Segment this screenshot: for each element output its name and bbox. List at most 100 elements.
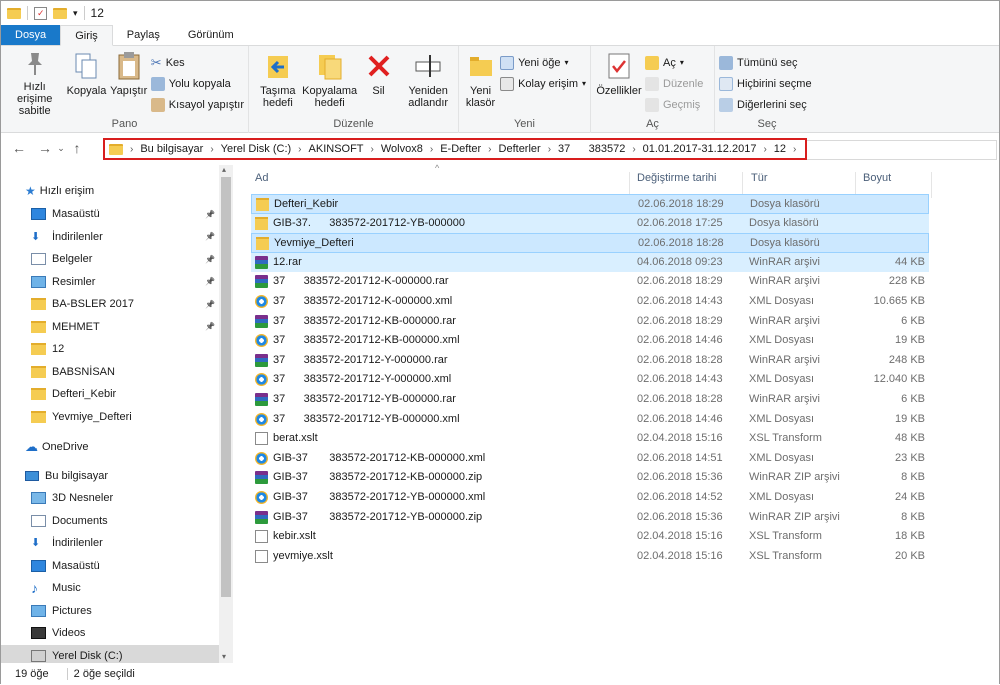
- nav-item[interactable]: Documents: [31, 510, 247, 532]
- file-row[interactable]: GIB-37 383572-201712-YB-000000.xml 02.06.…: [251, 488, 929, 508]
- pin-quick-access-button[interactable]: Hızlı erişime sabitle: [5, 50, 64, 117]
- nav-item[interactable]: Defteri_Kebir: [31, 383, 247, 405]
- file-row[interactable]: 37 383572-201712-Y-000000.xml 02.06.2018 …: [251, 370, 929, 390]
- file-row[interactable]: GIB-37 383572-201712-KB-000000.xml 02.06.…: [251, 449, 929, 469]
- file-row[interactable]: 37 383572-201712-YB-000000.rar 02.06.2018…: [251, 390, 929, 410]
- file-row[interactable]: 37 383572-201712-K-000000.xml 02.06.2018 …: [251, 292, 929, 312]
- chevron-right-icon[interactable]: ›: [488, 144, 491, 155]
- nav-item[interactable]: 3D Nesneler: [31, 487, 247, 509]
- breadcrumb[interactable]: E-Defter: [440, 143, 481, 155]
- recent-locations-chevron-icon[interactable]: ⌄: [55, 143, 67, 154]
- edit-button[interactable]: Düzenle: [645, 75, 703, 92]
- file-row[interactable]: 12.rar 04.06.2018 09:23 WinRAR arşivi 44 KB: [251, 252, 929, 273]
- nav-item[interactable]: Belgeler 📌: [31, 248, 247, 270]
- nav-item[interactable]: Masaüstü: [31, 555, 247, 577]
- copy-path-button[interactable]: Yolu kopyala: [150, 75, 244, 92]
- paste-shortcut-button[interactable]: Kısayol yapıştır: [150, 96, 244, 113]
- nav-this-pc[interactable]: Bu bilgisayar: [25, 465, 241, 487]
- file-row[interactable]: GIB-37. 383572-201712-YB-000000 02.06.201…: [251, 213, 929, 234]
- delete-button[interactable]: Sil: [357, 50, 401, 117]
- select-all-button[interactable]: Tümünü seç: [719, 54, 812, 71]
- new-item-button[interactable]: Yeni öğe ▾: [500, 54, 586, 71]
- file-row[interactable]: yevmiye.xslt 02.04.2018 15:16 XSL Transfor…: [251, 547, 929, 567]
- breadcrumb[interactable]: 01.01.2017-31.12.2017: [643, 143, 757, 155]
- column-header-size[interactable]: Boyut: [863, 172, 891, 184]
- pin-icon[interactable]: 📌: [205, 277, 215, 286]
- file-row[interactable]: 37 383572-201712-K-000000.rar 02.06.2018 …: [251, 272, 929, 292]
- new-folder-button[interactable]: Yeni klasör: [463, 50, 498, 117]
- tab-giris[interactable]: Giriş: [60, 25, 113, 46]
- breadcrumb[interactable]: 12: [774, 143, 786, 155]
- customize-qat-icon[interactable]: ▾: [73, 8, 78, 19]
- pin-icon[interactable]: 📌: [205, 210, 215, 219]
- column-header-date[interactable]: Değiştirme tarihi: [637, 172, 716, 184]
- properties-button[interactable]: Özellikler: [595, 50, 643, 117]
- breadcrumb[interactable]: Defterler: [499, 143, 541, 155]
- breadcrumb[interactable]: Yerel Disk (C:): [221, 143, 292, 155]
- chevron-right-icon[interactable]: ›: [210, 144, 213, 155]
- select-none-button[interactable]: Hiçbirini seçme: [719, 75, 812, 92]
- nav-onedrive[interactable]: ☁ OneDrive: [25, 436, 241, 458]
- properties-qat-icon[interactable]: ✓: [34, 6, 47, 20]
- invert-selection-button[interactable]: Diğerlerini seç: [719, 96, 812, 113]
- paste-button[interactable]: Yapıştır: [109, 50, 149, 117]
- breadcrumb[interactable]: Bu bilgisayar: [140, 143, 203, 155]
- breadcrumb[interactable]: Wolvox8: [381, 143, 423, 155]
- nav-item[interactable]: Videos: [31, 622, 247, 644]
- pin-icon[interactable]: 📌: [205, 322, 215, 331]
- nav-item[interactable]: Masaüstü 📌: [31, 203, 247, 225]
- file-row[interactable]: 37 383572-201712-KB-000000.xml 02.06.2018…: [251, 331, 929, 351]
- nav-item[interactable]: ⬇ İndirilenler: [31, 532, 247, 554]
- breadcrumb[interactable]: AKINSOFT: [309, 143, 364, 155]
- file-row[interactable]: kebir.xslt 02.04.2018 15:16 XSL Transform 1…: [251, 527, 929, 547]
- column-divider[interactable]: [931, 172, 932, 198]
- chevron-right-icon[interactable]: ›: [298, 144, 301, 155]
- nav-item[interactable]: ♪ Music: [31, 577, 247, 599]
- address-bar-extension[interactable]: [807, 140, 997, 160]
- copy-button[interactable]: Kopyala: [66, 50, 106, 117]
- file-row[interactable]: berat.xslt 02.04.2018 15:16 XSL Transform 4…: [251, 429, 929, 449]
- nav-item[interactable]: ⬇ İndirilenler 📌: [31, 226, 247, 248]
- scroll-down-icon[interactable]: ▾: [222, 652, 226, 661]
- file-row[interactable]: GIB-37 383572-201712-YB-000000.zip 02.06.…: [251, 508, 929, 528]
- nav-scrollbar[interactable]: ▴ ▾: [219, 165, 233, 663]
- nav-item[interactable]: MEHMET 📌: [31, 316, 247, 338]
- tab-paylas[interactable]: Paylaş: [113, 25, 174, 45]
- chevron-right-icon[interactable]: ›: [130, 144, 133, 155]
- tab-gorunum[interactable]: Görünüm: [174, 25, 248, 45]
- address-bar[interactable]: › Bu bilgisayar › Yerel Disk (C:) › AKIN…: [103, 138, 807, 160]
- breadcrumb[interactable]: 37: [558, 143, 579, 155]
- nav-item[interactable]: Resimler 📌: [31, 271, 247, 293]
- chevron-right-icon[interactable]: ›: [632, 144, 635, 155]
- chevron-right-icon[interactable]: ›: [763, 144, 766, 155]
- open-button[interactable]: Aç ▾: [645, 54, 703, 71]
- file-row[interactable]: Defteri_Kebir 02.06.2018 18:29 Dosya klasö…: [251, 194, 929, 214]
- column-header-type[interactable]: Tür: [751, 172, 768, 184]
- chevron-right-icon[interactable]: ›: [548, 144, 551, 155]
- nav-item[interactable]: 12: [31, 338, 247, 360]
- move-to-button[interactable]: Taşıma hedefi: [253, 50, 303, 117]
- file-row[interactable]: 37 383572-201712-Y-000000.rar 02.06.2018 …: [251, 351, 929, 371]
- new-folder-qat-icon[interactable]: [53, 7, 67, 19]
- history-button[interactable]: Geçmiş: [645, 96, 703, 113]
- chevron-right-icon[interactable]: ›: [430, 144, 433, 155]
- nav-item[interactable]: Pictures: [31, 600, 247, 622]
- back-arrow-icon[interactable]: ←: [9, 140, 29, 156]
- file-row[interactable]: 37 383572-201712-KB-000000.rar 02.06.2018…: [251, 312, 929, 332]
- nav-scrollbar-thumb[interactable]: [221, 177, 231, 597]
- pin-icon[interactable]: 📌: [205, 300, 215, 309]
- file-row[interactable]: Yevmiye_Defteri 02.06.2018 18:28 Dosya kla…: [251, 233, 929, 253]
- scroll-up-icon[interactable]: ▴: [222, 165, 226, 174]
- cut-button[interactable]: ✂ Kes: [151, 54, 244, 71]
- nav-item[interactable]: BA-BSLER 2017 📌: [31, 293, 247, 315]
- file-row[interactable]: 37 383572-201712-YB-000000.xml 02.06.2018…: [251, 410, 929, 430]
- file-row[interactable]: GIB-37 383572-201712-KB-000000.zip 02.06.…: [251, 468, 929, 488]
- rename-button[interactable]: Yeniden adlandır: [402, 50, 454, 117]
- nav-quick-access[interactable]: ★ Hızlı erişim: [25, 180, 241, 202]
- column-header-name[interactable]: Ad: [255, 172, 268, 184]
- up-arrow-icon[interactable]: ↑: [67, 140, 87, 156]
- tab-dosya[interactable]: Dosya: [1, 25, 61, 45]
- chevron-right-icon[interactable]: ›: [371, 144, 374, 155]
- pin-icon[interactable]: 📌: [205, 232, 215, 241]
- breadcrumb[interactable]: 383572: [579, 143, 626, 155]
